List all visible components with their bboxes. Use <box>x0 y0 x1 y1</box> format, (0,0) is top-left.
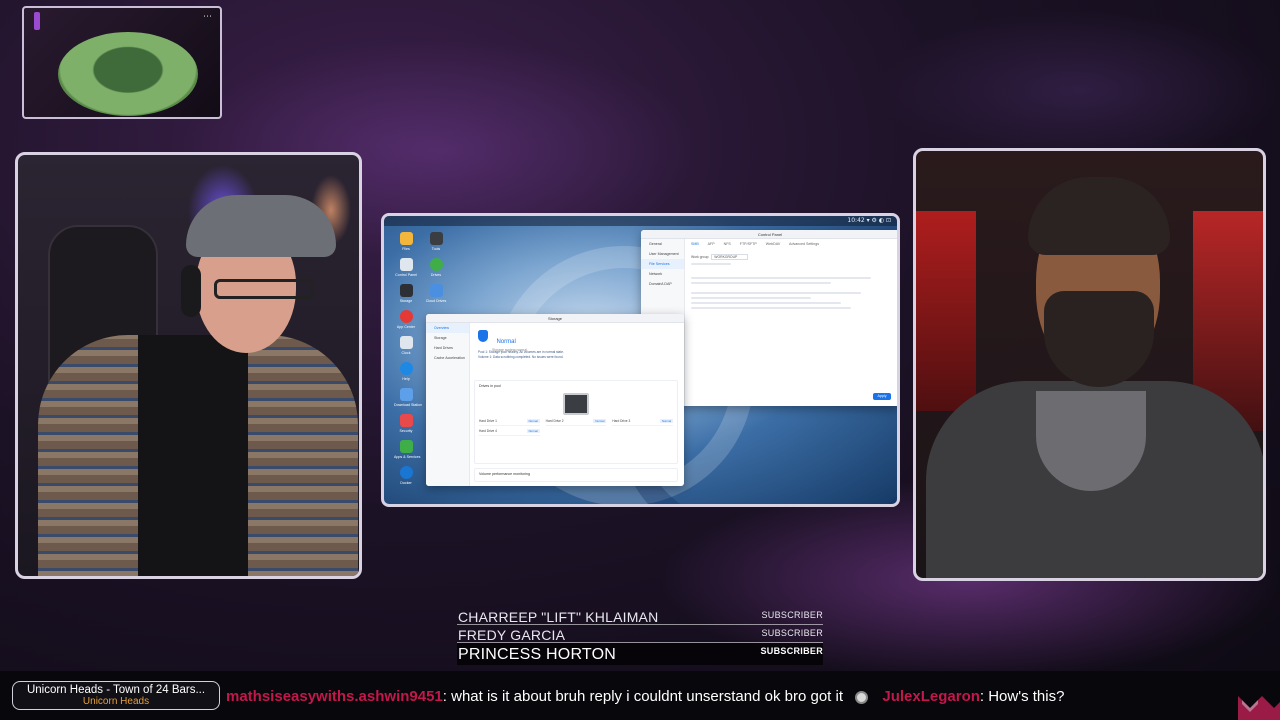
gray-cap <box>186 195 336 257</box>
desktop-icon[interactable]: Storage <box>394 284 418 303</box>
card-title: Drives in pool <box>479 384 501 388</box>
storage-sidebar: Overview Storage Hard Drives Cache Accel… <box>426 323 470 486</box>
beard <box>1044 291 1154 387</box>
tab-afp[interactable]: AFP <box>708 242 715 246</box>
headset-icon <box>181 265 201 317</box>
drive-item[interactable]: Hard Drive 3 Normal <box>612 419 673 426</box>
nas-desktop-capture: 10:42 ▾ ⚙ ◐ ⊡ Files Tools Control Panel … <box>381 213 900 507</box>
sidebar-item[interactable]: Storage <box>426 333 469 343</box>
webcam-right <box>913 148 1266 581</box>
storage-status: Normal Storage system normal <box>478 330 527 352</box>
drive-item[interactable]: Hard Drive 1 Normal <box>479 419 540 426</box>
desktop-icon[interactable]: Security <box>394 414 418 433</box>
subscriber-row-latest: PRINCESS HORTON SUBSCRIBER <box>457 643 823 665</box>
chat-username: JulexLegaron <box>882 688 980 705</box>
shield-icon <box>478 330 488 342</box>
tab-webdav[interactable]: WebDAV <box>766 242 780 246</box>
hair <box>1028 177 1170 255</box>
drive-item[interactable]: Hard Drive 2 Normal <box>545 419 607 426</box>
performance-card: Volume performance monitoring <box>474 468 678 482</box>
desktop-icon[interactable]: Drives <box>424 258 448 277</box>
drives-card: Drives in pool Hard Drive 1 Normal Hard D… <box>474 380 678 464</box>
desktop-icon[interactable]: Control Panel <box>394 258 418 277</box>
baseball-emote-icon <box>855 690 869 704</box>
sidebar-item[interactable]: Hard Drives <box>426 343 469 353</box>
drive-list: Hard Drive 1 Normal Hard Drive 2 Normal Ha… <box>475 417 677 438</box>
tab-advanced[interactable]: Advanced Settings <box>789 242 819 246</box>
apply-button[interactable]: Apply <box>873 393 891 400</box>
desktop-icon[interactable]: Clock <box>394 336 418 355</box>
smb-settings: Work group WORKGROUP <box>691 254 891 312</box>
desktop-icon[interactable]: Help <box>394 362 418 381</box>
system-tray[interactable]: 10:42 ▾ ⚙ ◐ ⊡ <box>847 217 891 224</box>
black-tshirt <box>138 335 248 576</box>
desktop-icon[interactable]: Download Station <box>394 388 422 407</box>
status-messages: Pool 1: Storage pool healthy. All volume… <box>478 350 678 360</box>
status-text: Normal <box>496 339 516 345</box>
sidebar-item[interactable]: Domain/LDAP <box>641 279 684 289</box>
window-title: Storage <box>426 314 684 323</box>
tab-ftp[interactable]: FTP/SFTP <box>740 242 757 246</box>
storage-window[interactable]: Storage Overview Storage Hard Drives Cac… <box>426 314 684 486</box>
subscriber-badge: SUBSCRIBER <box>761 628 823 638</box>
webcam-left <box>15 152 362 579</box>
desktop-icon[interactable]: Tools <box>424 232 448 251</box>
pet-bed <box>58 32 198 116</box>
subscriber-list: CHARREEP "LIFT" KHLAIMAN SUBSCRIBER FRED… <box>457 607 823 665</box>
subscriber-row: FREDY GARCIA SUBSCRIBER <box>457 625 823 643</box>
camera-menu-icon: ⋯ <box>203 12 212 22</box>
pet-camera: ⋯ <box>22 6 222 119</box>
background-glow <box>880 10 1280 170</box>
subscriber-badge: SUBSCRIBER <box>761 610 823 620</box>
subscriber-name: CHARREEP "LIFT" KHLAIMAN <box>458 609 659 625</box>
window-title: Control Panel <box>641 230 897 239</box>
glasses <box>214 279 314 299</box>
channel-logo-icon <box>1238 696 1280 720</box>
chat-message: : How's this? <box>979 688 1065 705</box>
subscriber-name: PRINCESS HORTON <box>458 646 616 663</box>
red-light <box>916 211 976 411</box>
sidebar-item-file-services[interactable]: File Services <box>641 259 684 269</box>
now-playing: Unicorn Heads - Town of 24 Bars... Unico… <box>12 681 220 710</box>
service-tabs: SMB AFP NFS FTP/SFTP WebDAV Advanced Set… <box>691 242 827 246</box>
desktop-icon[interactable]: Cloud Drives <box>424 284 448 303</box>
status-message[interactable]: Volume 1: Data scrubbing completed. No i… <box>478 355 678 360</box>
drive-item[interactable]: Hard Drive 4 Normal <box>479 429 540 436</box>
chat-ticker: mathsiseasywiths.ashwin9451: what is it … <box>226 688 1064 705</box>
subscriber-row: CHARREEP "LIFT" KHLAIMAN SUBSCRIBER <box>457 607 823 625</box>
subscriber-badge: SUBSCRIBER <box>760 646 823 656</box>
light-accent <box>34 12 40 30</box>
workgroup-label: Work group <box>691 255 709 259</box>
desktop-icon[interactable]: Files <box>394 232 418 251</box>
sidebar-item[interactable]: Cache Acceleration <box>426 353 469 363</box>
sidebar-item[interactable]: User Management <box>641 249 684 259</box>
desktop-icon[interactable]: Apps & Services <box>394 440 420 459</box>
tab-nfs[interactable]: NFS <box>724 242 731 246</box>
workgroup-field[interactable]: WORKGROUP <box>711 254 749 260</box>
tab-smb[interactable]: SMB <box>691 242 699 246</box>
nas-device-icon <box>563 393 589 415</box>
desktop-topbar: 10:42 ▾ ⚙ ◐ ⊡ <box>384 216 897 226</box>
desktop-icon[interactable]: Docker <box>394 466 418 485</box>
desktop-icon[interactable]: App Center <box>394 310 418 329</box>
subscriber-name: FREDY GARCIA <box>458 627 566 643</box>
sidebar-item-overview[interactable]: Overview <box>426 323 469 333</box>
sidebar-item[interactable]: Network <box>641 269 684 279</box>
sidebar-item[interactable]: General <box>641 239 684 249</box>
song-artist: Unicorn Heads <box>82 696 150 707</box>
chat-username: mathsiseasywiths.ashwin9451 <box>226 688 443 705</box>
song-title: Unicorn Heads - Town of 24 Bars... <box>26 684 206 696</box>
card-title: Volume performance monitoring <box>479 472 530 476</box>
chat-message: : what is it about bruh reply i couldnt … <box>442 688 844 705</box>
